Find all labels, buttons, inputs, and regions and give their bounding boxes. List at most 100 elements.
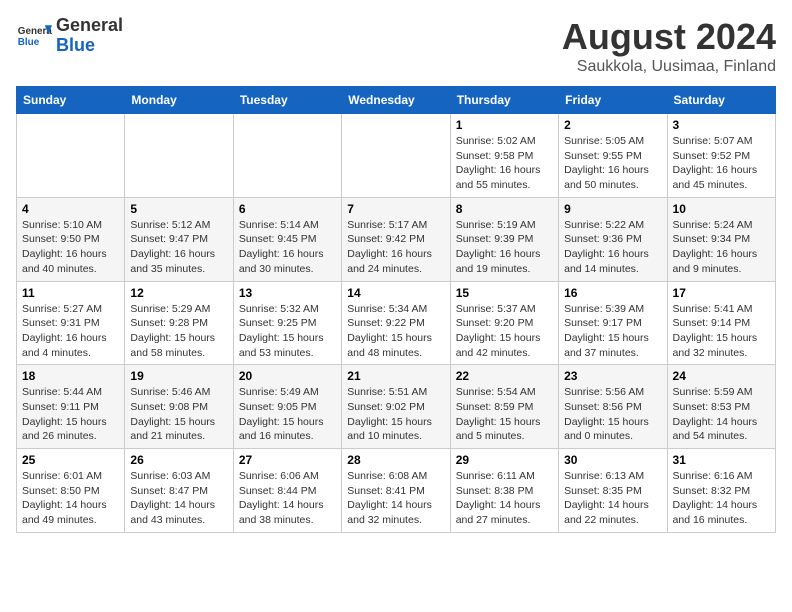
day-number: 13 <box>239 286 336 300</box>
calendar-cell: 19 Sunrise: 5:46 AMSunset: 9:08 PMDayligh… <box>125 365 233 449</box>
calendar-cell: 14 Sunrise: 5:34 AMSunset: 9:22 PMDayligh… <box>342 281 450 365</box>
calendar-cell: 17Sunrise: 5:41 AMSunset: 9:14 PMDayligh… <box>667 281 775 365</box>
weekday-header: Tuesday <box>233 87 341 114</box>
day-number: 18 <box>22 369 119 383</box>
calendar-cell: 1Sunrise: 5:02 AMSunset: 9:58 PMDaylight… <box>450 114 558 198</box>
svg-text:Blue: Blue <box>18 37 40 48</box>
calendar-cell: 31 Sunrise: 6:16 AMSunset: 8:32 PMDayligh… <box>667 449 775 533</box>
calendar-week-row: 25 Sunrise: 6:01 AMSunset: 8:50 PMDayligh… <box>17 449 776 533</box>
day-number: 5 <box>130 202 227 216</box>
day-info: Sunrise: 5:14 AMSunset: 9:45 PMDaylight:… <box>239 218 336 277</box>
calendar-cell: 11 Sunrise: 5:27 AMSunset: 9:31 PMDayligh… <box>17 281 125 365</box>
day-number: 28 <box>347 453 444 467</box>
day-number: 21 <box>347 369 444 383</box>
day-number: 14 <box>347 286 444 300</box>
day-info: Sunrise: 6:01 AMSunset: 8:50 PMDaylight:… <box>22 469 119 528</box>
calendar-cell: 12Sunrise: 5:29 AMSunset: 9:28 PMDayligh… <box>125 281 233 365</box>
calendar-cell: 22Sunrise: 5:54 AMSunset: 8:59 PMDayligh… <box>450 365 558 449</box>
weekday-header: Wednesday <box>342 87 450 114</box>
day-info: Sunrise: 5:05 AMSunset: 9:55 PMDaylight:… <box>564 134 661 193</box>
day-info: Sunrise: 6:03 AMSunset: 8:47 PMDaylight:… <box>130 469 227 528</box>
day-number: 11 <box>22 286 119 300</box>
day-info: Sunrise: 5:27 AMSunset: 9:31 PMDaylight:… <box>22 302 119 361</box>
calendar-cell: 30 Sunrise: 6:13 AMSunset: 8:35 PMDayligh… <box>559 449 667 533</box>
calendar-cell: 20 Sunrise: 5:49 AMSunset: 9:05 PMDayligh… <box>233 365 341 449</box>
calendar-cell: 4 Sunrise: 5:10 AMSunset: 9:50 PMDaylight… <box>17 197 125 281</box>
day-info: Sunrise: 5:46 AMSunset: 9:08 PMDaylight:… <box>130 385 227 444</box>
day-info: Sunrise: 5:24 AMSunset: 9:34 PMDaylight:… <box>673 218 770 277</box>
day-info: Sunrise: 5:29 AMSunset: 9:28 PMDaylight:… <box>130 302 227 361</box>
day-number: 31 <box>673 453 770 467</box>
day-info: Sunrise: 6:06 AMSunset: 8:44 PMDaylight:… <box>239 469 336 528</box>
day-number: 2 <box>564 118 661 132</box>
day-info: Sunrise: 5:22 AMSunset: 9:36 PMDaylight:… <box>564 218 661 277</box>
weekday-row: SundayMondayTuesdayWednesdayThursdayFrid… <box>17 87 776 114</box>
calendar-cell: 6Sunrise: 5:14 AMSunset: 9:45 PMDaylight… <box>233 197 341 281</box>
day-number: 20 <box>239 369 336 383</box>
calendar-cell: 28 Sunrise: 6:08 AMSunset: 8:41 PMDayligh… <box>342 449 450 533</box>
day-info: Sunrise: 5:34 AMSunset: 9:22 PMDaylight:… <box>347 302 444 361</box>
day-number: 25 <box>22 453 119 467</box>
day-number: 30 <box>564 453 661 467</box>
day-number: 4 <box>22 202 119 216</box>
weekday-header: Friday <box>559 87 667 114</box>
calendar-cell <box>125 114 233 198</box>
calendar-cell: 26Sunrise: 6:03 AMSunset: 8:47 PMDayligh… <box>125 449 233 533</box>
day-info: Sunrise: 5:17 AMSunset: 9:42 PMDaylight:… <box>347 218 444 277</box>
calendar-body: 1Sunrise: 5:02 AMSunset: 9:58 PMDaylight… <box>17 114 776 533</box>
weekday-header: Sunday <box>17 87 125 114</box>
day-info: Sunrise: 6:16 AMSunset: 8:32 PMDaylight:… <box>673 469 770 528</box>
calendar-cell: 3 Sunrise: 5:07 AMSunset: 9:52 PMDaylight… <box>667 114 775 198</box>
calendar-header: SundayMondayTuesdayWednesdayThursdayFrid… <box>17 87 776 114</box>
calendar-week-row: 11 Sunrise: 5:27 AMSunset: 9:31 PMDayligh… <box>17 281 776 365</box>
logo: General Blue General Blue <box>16 16 123 56</box>
calendar-cell: 8 Sunrise: 5:19 AMSunset: 9:39 PMDaylight… <box>450 197 558 281</box>
calendar-week-row: 18Sunrise: 5:44 AMSunset: 9:11 PMDayligh… <box>17 365 776 449</box>
calendar-cell: 23Sunrise: 5:56 AMSunset: 8:56 PMDayligh… <box>559 365 667 449</box>
calendar-cell: 10 Sunrise: 5:24 AMSunset: 9:34 PMDayligh… <box>667 197 775 281</box>
calendar-cell: 27 Sunrise: 6:06 AMSunset: 8:44 PMDayligh… <box>233 449 341 533</box>
calendar-cell: 16Sunrise: 5:39 AMSunset: 9:17 PMDayligh… <box>559 281 667 365</box>
calendar-cell: 15 Sunrise: 5:37 AMSunset: 9:20 PMDayligh… <box>450 281 558 365</box>
calendar-cell: 29 Sunrise: 6:11 AMSunset: 8:38 PMDayligh… <box>450 449 558 533</box>
day-number: 10 <box>673 202 770 216</box>
calendar-cell <box>342 114 450 198</box>
day-info: Sunrise: 5:37 AMSunset: 9:20 PMDaylight:… <box>456 302 553 361</box>
subtitle: Saukkola, Uusimaa, Finland <box>562 58 776 76</box>
day-number: 16 <box>564 286 661 300</box>
calendar-cell: 7Sunrise: 5:17 AMSunset: 9:42 PMDaylight… <box>342 197 450 281</box>
day-info: Sunrise: 5:07 AMSunset: 9:52 PMDaylight:… <box>673 134 770 193</box>
day-info: Sunrise: 5:41 AMSunset: 9:14 PMDaylight:… <box>673 302 770 361</box>
day-info: Sunrise: 6:08 AMSunset: 8:41 PMDaylight:… <box>347 469 444 528</box>
calendar-cell: 25 Sunrise: 6:01 AMSunset: 8:50 PMDayligh… <box>17 449 125 533</box>
day-number: 8 <box>456 202 553 216</box>
day-number: 22 <box>456 369 553 383</box>
calendar-cell: 9 Sunrise: 5:22 AMSunset: 9:36 PMDaylight… <box>559 197 667 281</box>
title-block: August 2024 Saukkola, Uusimaa, Finland <box>562 16 776 76</box>
day-number: 3 <box>673 118 770 132</box>
day-info: Sunrise: 5:19 AMSunset: 9:39 PMDaylight:… <box>456 218 553 277</box>
day-number: 29 <box>456 453 553 467</box>
day-number: 27 <box>239 453 336 467</box>
day-number: 19 <box>130 369 227 383</box>
day-info: Sunrise: 5:12 AMSunset: 9:47 PMDaylight:… <box>130 218 227 277</box>
calendar-cell: 13Sunrise: 5:32 AMSunset: 9:25 PMDayligh… <box>233 281 341 365</box>
day-info: Sunrise: 5:49 AMSunset: 9:05 PMDaylight:… <box>239 385 336 444</box>
calendar-cell <box>233 114 341 198</box>
logo-icon: General Blue <box>16 18 52 54</box>
weekday-header: Saturday <box>667 87 775 114</box>
calendar-cell: 18Sunrise: 5:44 AMSunset: 9:11 PMDayligh… <box>17 365 125 449</box>
calendar-cell <box>17 114 125 198</box>
day-number: 23 <box>564 369 661 383</box>
day-info: Sunrise: 6:13 AMSunset: 8:35 PMDaylight:… <box>564 469 661 528</box>
day-info: Sunrise: 5:51 AMSunset: 9:02 PMDaylight:… <box>347 385 444 444</box>
day-number: 9 <box>564 202 661 216</box>
main-title: August 2024 <box>562 16 776 58</box>
day-number: 24 <box>673 369 770 383</box>
page-header: General Blue General Blue August 2024 Sa… <box>16 16 776 76</box>
day-info: Sunrise: 5:10 AMSunset: 9:50 PMDaylight:… <box>22 218 119 277</box>
calendar-week-row: 4 Sunrise: 5:10 AMSunset: 9:50 PMDaylight… <box>17 197 776 281</box>
calendar-cell: 2 Sunrise: 5:05 AMSunset: 9:55 PMDaylight… <box>559 114 667 198</box>
day-number: 15 <box>456 286 553 300</box>
day-info: Sunrise: 6:11 AMSunset: 8:38 PMDaylight:… <box>456 469 553 528</box>
